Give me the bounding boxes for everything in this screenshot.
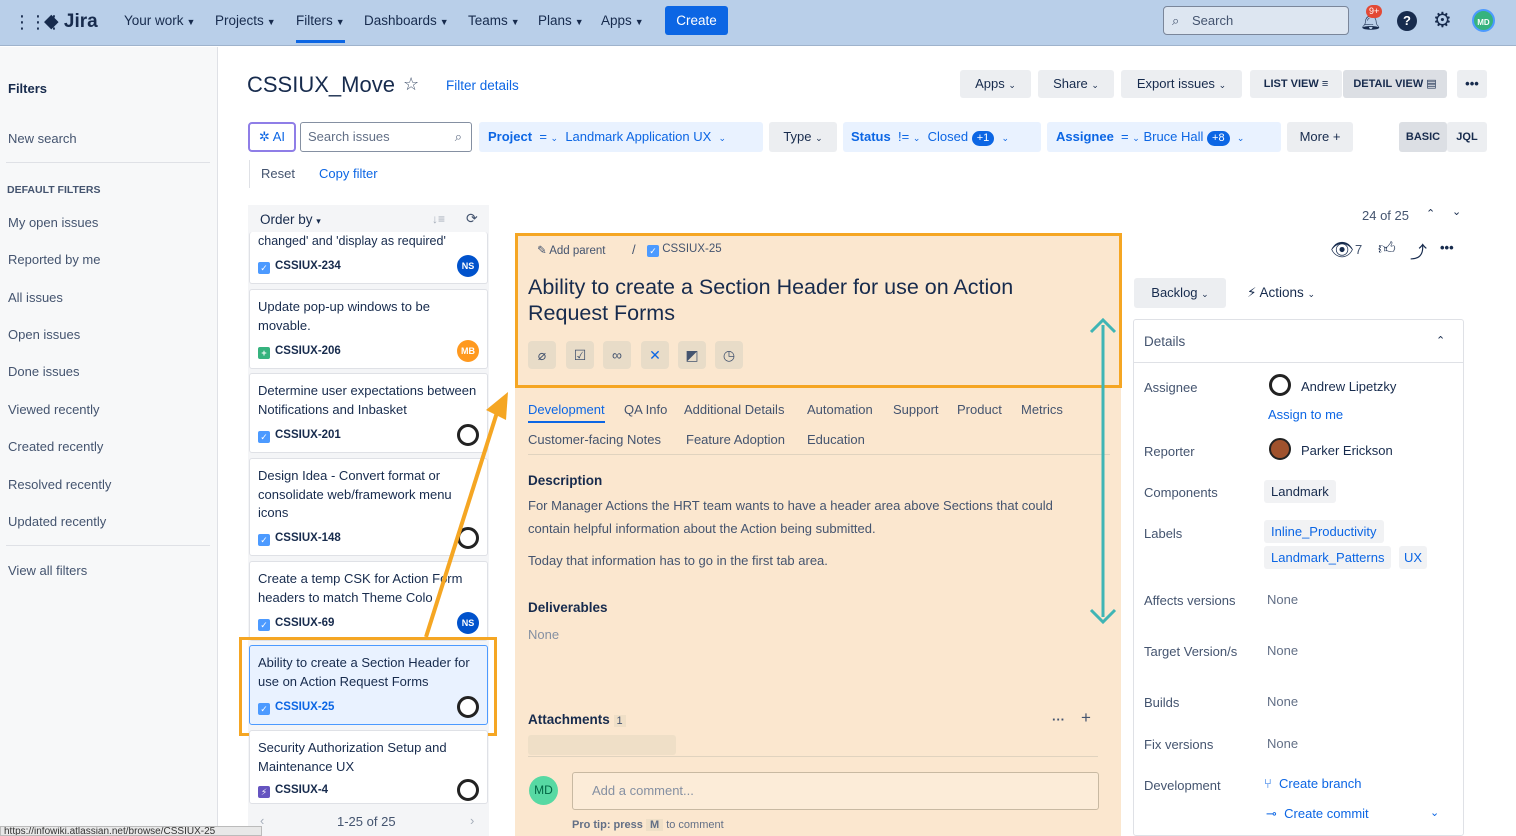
like-icon[interactable]: 👍︎: [1378, 238, 1396, 259]
development-label: Development: [1144, 778, 1221, 793]
watch-icon[interactable]: 👁︎: [1330, 238, 1354, 262]
reporter-avatar: [1269, 438, 1291, 460]
target-version-label: Target Version/s: [1144, 644, 1238, 659]
components-label: Components: [1144, 485, 1218, 500]
details-header[interactable]: Details: [1144, 334, 1185, 349]
previous-issue-icon[interactable]: ⌃: [1426, 207, 1435, 220]
status-backlog-button[interactable]: Backlog ⌄: [1134, 278, 1226, 308]
assignee-value[interactable]: Andrew Lipetzky: [1301, 379, 1396, 394]
commit-icon: ⊸: [1266, 806, 1277, 821]
affects-versions-label: Affects versions: [1144, 593, 1236, 608]
annotation-arrow-line: [424, 402, 502, 638]
more-actions-icon[interactable]: •••: [1440, 240, 1454, 255]
component-tag[interactable]: Landmark: [1264, 480, 1336, 503]
assignee-avatar: [1269, 374, 1291, 396]
branch-icon: ⑂: [1264, 776, 1272, 791]
chevron-down-icon: ⌄: [1201, 289, 1209, 299]
fix-versions-value[interactable]: None: [1267, 736, 1298, 751]
next-issue-icon[interactable]: ⌄: [1452, 205, 1461, 218]
affects-versions-value[interactable]: None: [1267, 592, 1298, 607]
labels-label: Labels: [1144, 526, 1183, 541]
watchers-count: 7: [1355, 242, 1363, 257]
label-tag[interactable]: Landmark_Patterns: [1264, 546, 1392, 569]
share-icon[interactable]: ⤴: [1410, 238, 1427, 263]
fix-versions-label: Fix versions: [1144, 737, 1214, 752]
create-branch-link[interactable]: ⑂ Create branch: [1264, 776, 1361, 791]
divider: [1133, 362, 1464, 363]
label-tag[interactable]: UX: [1399, 546, 1428, 569]
chevron-down-icon[interactable]: ⌄: [1430, 806, 1439, 819]
details-panel: [1133, 319, 1464, 836]
create-commit-link[interactable]: ⊸ Create commit: [1266, 806, 1369, 822]
builds-label: Builds: [1144, 695, 1180, 710]
actions-button[interactable]: ⚡︎ Actions ⌄: [1247, 285, 1315, 301]
assignee-label: Assignee: [1144, 380, 1198, 395]
lightning-icon: ⚡︎: [1247, 285, 1257, 300]
reporter-label: Reporter: [1144, 444, 1195, 459]
target-version-value[interactable]: None: [1267, 643, 1298, 658]
builds-value[interactable]: None: [1267, 694, 1298, 709]
label-tag[interactable]: Inline_Productivity: [1264, 520, 1384, 543]
collapse-icon[interactable]: ⌃: [1436, 334, 1445, 347]
assign-to-me-link[interactable]: Assign to me: [1268, 407, 1343, 422]
chevron-down-icon: ⌄: [1307, 289, 1316, 299]
issue-position: 24 of 25: [1362, 208, 1409, 223]
reporter-value[interactable]: Parker Erickson: [1301, 443, 1393, 458]
